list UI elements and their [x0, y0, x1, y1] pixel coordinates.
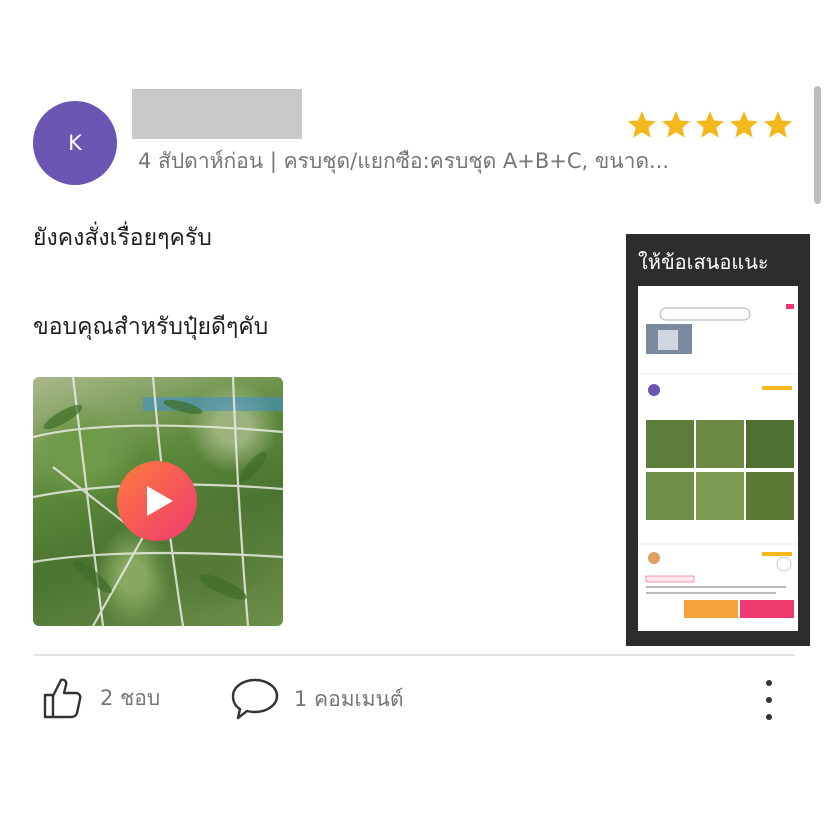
review-video-thumbnail[interactable]: [33, 377, 283, 626]
thumbs-up-icon: [43, 678, 82, 719]
comment-button[interactable]: 1 คอมเมนต์: [230, 676, 404, 722]
play-button[interactable]: [117, 461, 197, 541]
rating-stars: [626, 109, 794, 141]
star-icon: [730, 111, 758, 138]
star-icon: [662, 111, 690, 138]
star-icon: [696, 111, 724, 138]
avatar-initial: K: [68, 131, 82, 155]
feedback-title: ให้ข้อเสนอแนะ: [638, 250, 769, 274]
feedback-screenshot-thumbnail: [638, 286, 798, 631]
review-text-line-2: ขอบคุณสำหรับปุ๋ยดีๆคับ: [33, 314, 269, 340]
more-vertical-icon[interactable]: [759, 680, 779, 720]
play-icon: [147, 486, 173, 516]
avatar[interactable]: K: [33, 101, 117, 185]
screenshot-preview-graphic: [638, 286, 798, 631]
divider: [33, 654, 795, 656]
comment-icon: [231, 678, 279, 720]
like-count-label: 2 ชอบ: [100, 685, 161, 710]
feedback-panel[interactable]: ให้ข้อเสนอแนะ: [626, 234, 810, 646]
star-icon: [764, 111, 792, 138]
review-meta: 4 สัปดาห์ก่อน | ครบชุด/แยกซือ:ครบชุด A+B…: [138, 149, 670, 173]
reviewer-name-redacted: [132, 89, 302, 139]
star-icon: [628, 111, 656, 138]
review-text-line-1: ยังคงสั่งเรื่อยๆครับ: [33, 225, 212, 251]
scrollbar[interactable]: [814, 86, 821, 204]
comment-count-label: 1 คอมเมนต์: [294, 686, 404, 711]
like-button[interactable]: 2 ชอบ: [42, 676, 160, 720]
